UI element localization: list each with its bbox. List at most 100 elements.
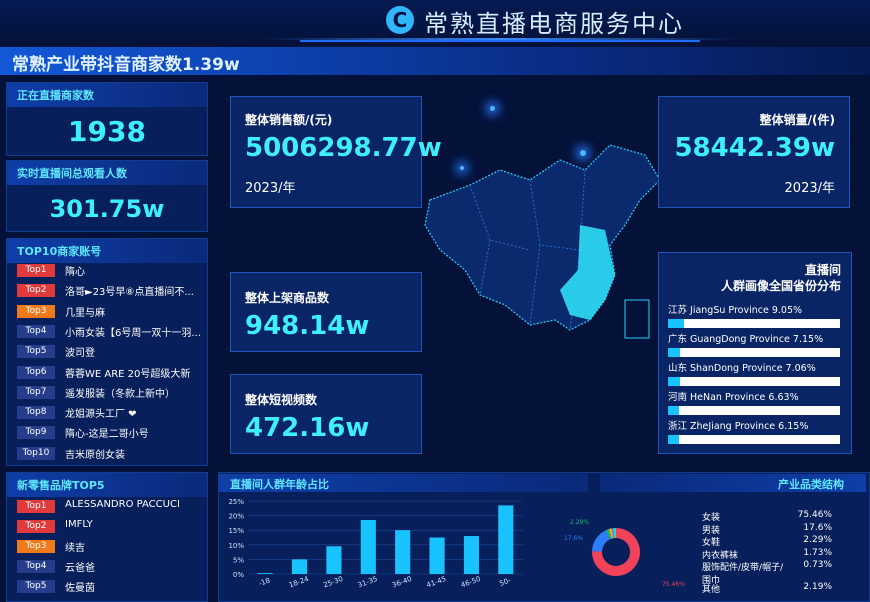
brands-label: 新零售品牌TOP5 bbox=[7, 473, 207, 497]
videos-label: 整体短视频数 bbox=[245, 393, 318, 407]
sales-amount-year: 2023/年 bbox=[245, 181, 296, 196]
category-name: 男装 bbox=[702, 525, 721, 536]
merchant-row[interactable]: Top6 蓉蓉WE ARE 20号超级大新 bbox=[7, 363, 207, 382]
province-title-1: 直播间 bbox=[804, 263, 841, 277]
province-row: 广东 GuangDong Province 7.15% bbox=[668, 331, 840, 357]
merchant-name: 小雨女装【6号周一双十一羽... bbox=[65, 327, 201, 339]
merchant-row[interactable]: Top1 隋心 bbox=[7, 261, 207, 280]
province-bar-track bbox=[668, 348, 840, 357]
merchant-name: 隋心-这是二哥小号 bbox=[65, 429, 149, 441]
province-label: 浙江 ZheJiang Province 6.15% bbox=[668, 421, 809, 432]
viewers-label: 实时直播间总观看人数 bbox=[7, 161, 207, 185]
brand-name: 续吉 bbox=[65, 543, 85, 554]
y-tick-label: 5% bbox=[233, 556, 244, 564]
province-bar-fill bbox=[668, 319, 684, 328]
app-logo-icon: C bbox=[386, 6, 414, 34]
merchant-row[interactable]: Top8 龙姐源头工厂 ❤ bbox=[7, 403, 207, 422]
age-bar bbox=[395, 530, 411, 574]
x-tick-label: 25-30 bbox=[322, 575, 344, 589]
videos-card: 整体短视频数 472.16w bbox=[230, 374, 422, 454]
province-row: 浙江 ZheJiang Province 6.15% bbox=[668, 418, 840, 444]
merchant-row[interactable]: Top10 吉米原创女装 bbox=[7, 444, 207, 463]
rank-badge: Top8 bbox=[17, 406, 55, 420]
brand-row[interactable]: Top2 IMFLY bbox=[7, 517, 207, 536]
rank-badge: Top9 bbox=[17, 426, 55, 440]
x-tick-label: 46-50 bbox=[460, 575, 482, 589]
merchant-row[interactable]: Top4 小雨女装【6号周一双十一羽... bbox=[7, 322, 207, 341]
live-merchants-value: 1938 bbox=[68, 115, 146, 148]
x-tick-label: 41-45 bbox=[425, 575, 447, 589]
top10-label: TOP10商家账号 bbox=[7, 239, 207, 263]
province-bar-fill bbox=[668, 377, 681, 386]
rank-badge: Top10 bbox=[17, 446, 55, 460]
viewers-panel: 实时直播间总观看人数 301.75w bbox=[6, 160, 208, 232]
province-bar-track bbox=[668, 319, 840, 328]
sales-amount-label: 整体销售额/(元) bbox=[245, 113, 333, 127]
brand-name: IMFLY bbox=[65, 519, 93, 530]
province-label: 山东 ShanDong Province 7.06% bbox=[668, 363, 816, 374]
merchant-name: 波司登 bbox=[65, 348, 95, 360]
province-bar-fill bbox=[668, 435, 679, 444]
rank-badge: Top2 bbox=[17, 284, 55, 298]
province-bar-track bbox=[668, 377, 840, 386]
province-label: 河南 HeNan Province 6.63% bbox=[668, 392, 799, 403]
merchant-row[interactable]: Top3 几里与麻 bbox=[7, 302, 207, 321]
age-chart: 0% 5% 10% 15% 20% 25% -18 18-24 25-30 31-35 36-40 4… bbox=[228, 498, 523, 589]
banner: 常熟产业带抖音商家数1.39w bbox=[0, 47, 870, 75]
merchant-row[interactable]: Top2 洛哥►23号早⑧点直播间不... bbox=[7, 281, 207, 300]
glow-dot bbox=[460, 166, 464, 170]
province-row: 河南 HeNan Province 6.63% bbox=[668, 389, 840, 415]
category-name: 其他 bbox=[702, 585, 721, 595]
videos-value: 472.16w bbox=[245, 413, 370, 443]
category-value: 2.19% bbox=[803, 582, 832, 592]
glow-dot bbox=[490, 106, 495, 111]
province-label: 江苏 JiangSu Province 9.05% bbox=[668, 305, 803, 316]
sales-volume-value: 58442.39w bbox=[674, 133, 835, 163]
category-value: 17.6% bbox=[803, 522, 832, 533]
x-tick-label: 36-40 bbox=[391, 575, 413, 589]
x-tick-label: 50- bbox=[498, 576, 512, 588]
brand-row[interactable]: Top5 佐曼茵 bbox=[7, 577, 207, 596]
app-title: 常熟直播电商服务中心 bbox=[424, 10, 684, 38]
category-pie-chart: 75.46% 17.6% 2.29% bbox=[564, 519, 685, 588]
sales-volume-year: 2023/年 bbox=[784, 181, 835, 196]
merchant-row[interactable]: Top9 隋心-这是二哥小号 bbox=[7, 423, 207, 442]
province-bar-track bbox=[668, 406, 840, 415]
category-value: 0.73% bbox=[803, 560, 832, 570]
rank-badge: Top3 bbox=[17, 304, 55, 318]
province-label: 广东 GuangDong Province 7.15% bbox=[668, 334, 824, 345]
brand-row[interactable]: Top3 续吉 bbox=[7, 537, 207, 556]
y-tick-label: 10% bbox=[228, 542, 244, 550]
category-name: 女鞋 bbox=[702, 538, 721, 548]
y-tick-label: 15% bbox=[228, 527, 244, 535]
china-map bbox=[424, 144, 661, 339]
merchant-row[interactable]: Top7 遥发服装（冬款上新中） bbox=[7, 383, 207, 402]
category-value: 1.73% bbox=[803, 547, 832, 558]
rank-badge: Top2 bbox=[17, 520, 55, 533]
province-row: 山东 ShanDong Province 7.06% bbox=[668, 360, 840, 386]
province-bar-fill bbox=[668, 348, 681, 357]
products-label: 整体上架商品数 bbox=[245, 291, 330, 305]
category-title: 产业品类结构 bbox=[778, 478, 844, 491]
merchant-row[interactable]: Top5 波司登 bbox=[7, 342, 207, 361]
category-name: 女装 bbox=[702, 513, 721, 523]
brand-row[interactable]: Top4 云爸爸 bbox=[7, 557, 207, 576]
brand-name: ALESSANDRO PACCUCI bbox=[65, 499, 180, 510]
age-chart-title: 直播间人群年龄占比 bbox=[230, 478, 329, 491]
rank-badge: Top4 bbox=[17, 560, 55, 573]
category-legend-row: 男装 17.6% bbox=[702, 523, 832, 536]
merchant-name: 洛哥►23号早⑧点直播间不... bbox=[65, 287, 194, 299]
merchant-name: 吉米原创女装 bbox=[65, 449, 125, 461]
category-name: 内衣裤袜 bbox=[702, 550, 739, 561]
brand-row[interactable]: Top1 ALESSANDRO PACCUCI bbox=[7, 497, 207, 516]
merchant-name: 龙姐源头工厂 ❤ bbox=[65, 409, 137, 421]
category-value: 75.46% bbox=[797, 510, 832, 520]
pie-value-label: 75.46% bbox=[662, 581, 685, 588]
province-row: 江苏 JiangSu Province 9.05% bbox=[668, 302, 840, 328]
glow-dot bbox=[580, 150, 586, 156]
south-sea-inset bbox=[624, 299, 650, 339]
province-bar-fill bbox=[668, 406, 680, 415]
sales-volume-card: 整体销量/(件) 58442.39w 2023/年 bbox=[658, 96, 850, 208]
y-tick-label: 25% bbox=[228, 498, 244, 506]
age-bar bbox=[429, 537, 445, 574]
